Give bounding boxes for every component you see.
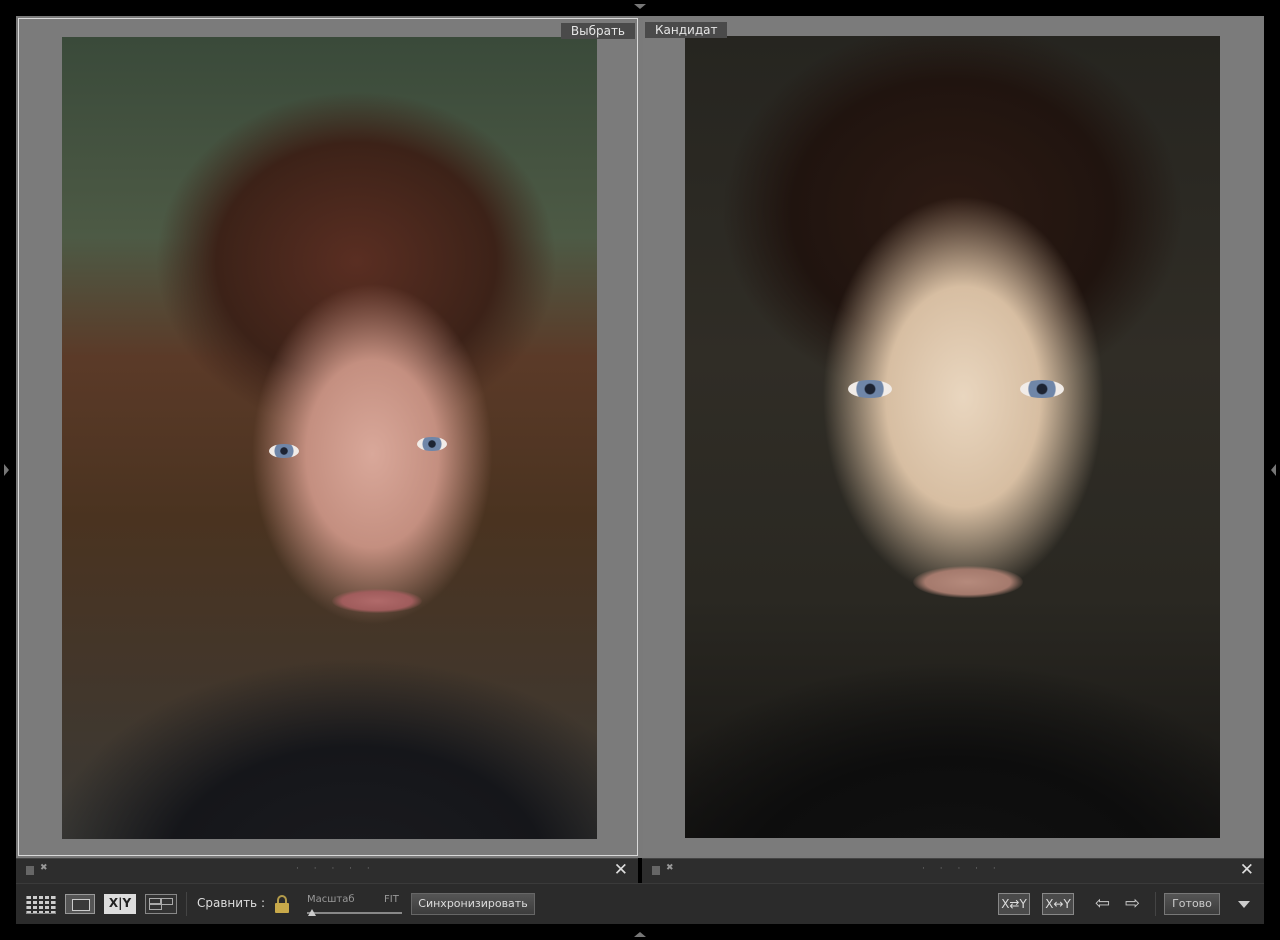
candidate-label: Кандидат — [645, 22, 728, 38]
lock-icon[interactable] — [275, 895, 289, 913]
bottom-panel-toggle-icon[interactable] — [634, 932, 646, 937]
right-panel-toggle-icon[interactable] — [1271, 464, 1276, 476]
survey-icon[interactable] — [145, 894, 177, 914]
rating-stars[interactable]: · · · · · — [922, 864, 1002, 874]
reject-icon[interactable]: ✖ — [40, 863, 48, 873]
rating-stars[interactable]: · · · · · — [296, 864, 376, 874]
lips-shape — [332, 589, 422, 613]
toolbar-divider — [1155, 892, 1156, 916]
promote-icon[interactable]: X↔Y — [1042, 893, 1074, 915]
loupe-icon[interactable] — [65, 894, 95, 914]
candidate-photo[interactable] — [685, 36, 1220, 838]
eye-shape — [417, 437, 447, 451]
toolbar-divider — [186, 892, 187, 916]
flag-icon[interactable] — [652, 866, 660, 875]
eye-shape — [269, 444, 299, 458]
select-pane[interactable]: Выбрать — [18, 18, 638, 856]
chevron-down-icon[interactable] — [1238, 901, 1250, 908]
eye-shape — [1020, 380, 1064, 398]
left-panel-toggle-icon[interactable] — [4, 464, 9, 476]
close-icon[interactable]: ✕ — [614, 860, 628, 880]
lips-shape — [913, 566, 1023, 598]
select-label: Выбрать — [560, 23, 635, 39]
toolbar: X|Y Сравнить : Масштаб FIT Синхронизиров… — [16, 883, 1264, 924]
candidate-pane[interactable]: Кандидат — [643, 18, 1263, 856]
zoom-slider[interactable] — [307, 912, 402, 914]
compare-label: Сравнить : — [197, 896, 265, 910]
select-info-bar: ✖ · · · · · ✕ — [16, 858, 638, 883]
zoom-label: Масштаб — [307, 894, 355, 905]
arrow-right-icon[interactable]: ⇨ — [1125, 893, 1140, 915]
select-photo[interactable] — [62, 37, 597, 839]
close-icon[interactable]: ✕ — [1240, 860, 1254, 880]
zoom-value: FIT — [384, 894, 399, 905]
done-button[interactable]: Готово — [1164, 893, 1220, 915]
top-panel-toggle-icon[interactable] — [634, 4, 646, 9]
sync-button[interactable]: Синхронизировать — [411, 893, 535, 915]
arrow-left-icon[interactable]: ⇦ — [1095, 893, 1110, 915]
flag-icon[interactable] — [26, 866, 34, 875]
candidate-info-bar: ✖ · · · · · ✕ — [642, 858, 1264, 883]
zoom-slider-thumb[interactable] — [308, 909, 316, 916]
eye-shape — [848, 380, 892, 398]
swap-icon[interactable]: X⇄Y — [998, 893, 1030, 915]
grid-icon[interactable] — [26, 894, 56, 914]
compare-view: Выбрать Кандидат — [16, 16, 1264, 858]
compare-icon[interactable]: X|Y — [104, 894, 136, 914]
reject-icon[interactable]: ✖ — [666, 863, 674, 873]
